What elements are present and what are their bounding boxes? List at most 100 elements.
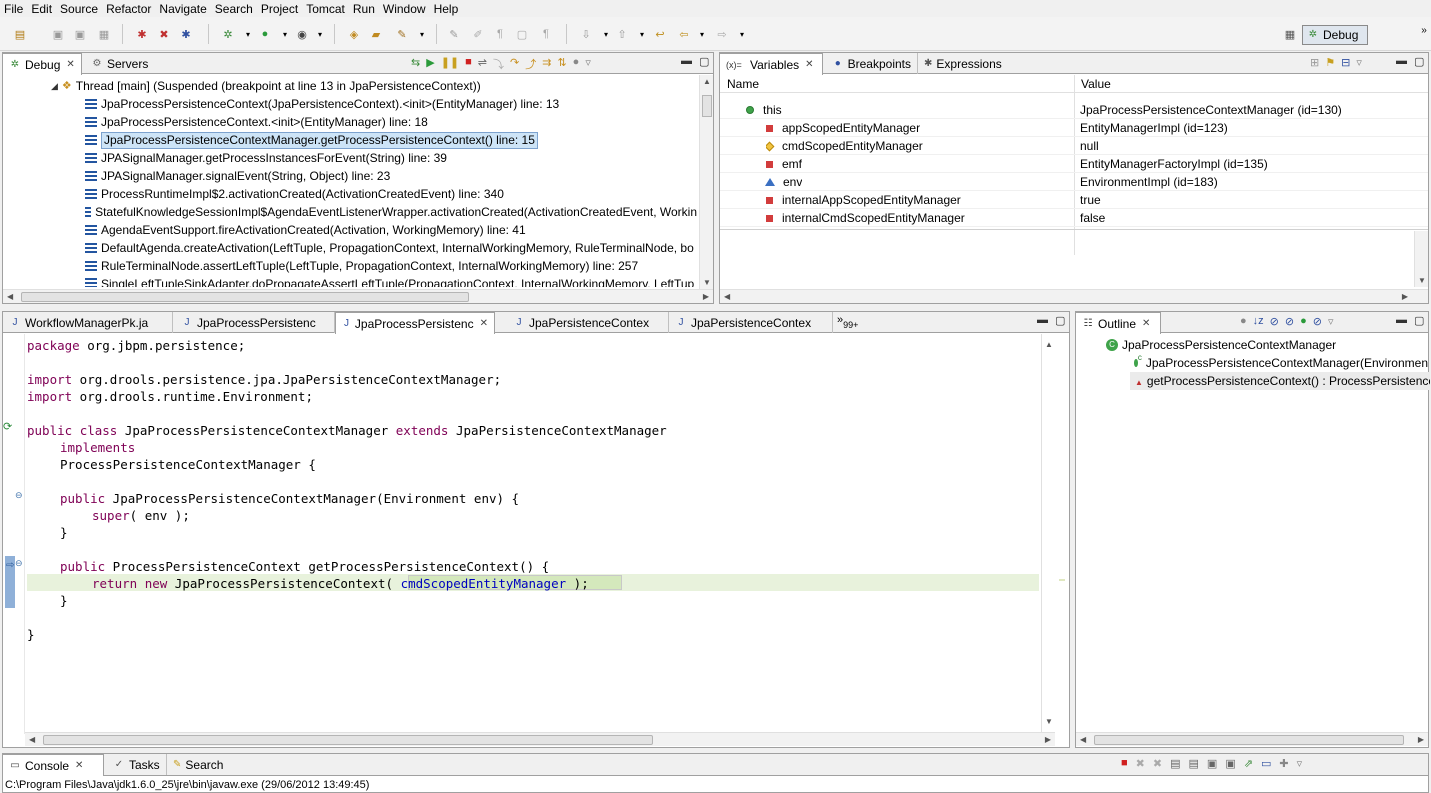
stack-frame[interactable]: JPASignalManager.signalEvent(String, Obj… — [85, 167, 390, 185]
line-7[interactable]: implements — [60, 439, 135, 456]
close-icon[interactable]: ✕ — [805, 59, 813, 70]
save-icon[interactable]: ▣ — [50, 26, 66, 42]
scroll-left-icon[interactable]: ◀ — [1080, 735, 1086, 744]
terminate-icon[interactable]: ■ — [465, 56, 472, 72]
scroll-right-icon[interactable]: ▶ — [1418, 735, 1424, 744]
line-14[interactable]: public ProcessPersistenceContext getProc… — [60, 558, 549, 575]
step-return-icon[interactable]: ⤴ — [525, 56, 536, 72]
override-marker-icon[interactable]: ⟳ — [3, 420, 12, 433]
show-stdout-icon[interactable]: ▣ — [1207, 757, 1217, 770]
scrollbar-thumb[interactable] — [1094, 735, 1404, 745]
display-console-icon[interactable]: ▭ — [1261, 757, 1271, 770]
variable-row[interactable]: internalAppScopedEntityManager true — [720, 191, 1428, 209]
breakpoint-view-icon[interactable]: ✱ — [178, 26, 194, 42]
drop-to-frame-icon[interactable]: ⇉ — [542, 56, 551, 72]
line-10[interactable]: public JpaProcessPersistenceContextManag… — [60, 490, 519, 507]
variable-row[interactable]: emf EntityManagerFactoryImpl (id=135) — [720, 155, 1428, 173]
new-icon[interactable]: ▤ — [12, 26, 28, 42]
line-12[interactable]: } — [60, 524, 68, 541]
tab-search[interactable]: ✎ Search — [167, 754, 229, 775]
show-whitespace-icon[interactable]: ¶ — [492, 26, 508, 42]
editor-tab[interactable]: J JpaProcessPersistenc — [175, 312, 335, 333]
prev-annotation-icon[interactable]: ⇧ — [614, 26, 630, 42]
view-menu-icon[interactable]: ● — [573, 56, 580, 72]
perspective-overflow-icon[interactable]: » — [1416, 22, 1431, 38]
line-18[interactable]: } — [27, 626, 35, 643]
save-all-icon[interactable]: ▣ — [72, 26, 88, 42]
terminate-icon[interactable]: ■ — [1121, 757, 1128, 770]
last-edit-icon[interactable]: ↩ — [652, 26, 668, 42]
close-icon[interactable]: ✕ — [1142, 318, 1150, 329]
open-folder-icon[interactable]: ▰ — [368, 26, 384, 42]
editor-tab[interactable]: J JpaPersistenceContex — [507, 312, 669, 333]
column-name-header[interactable]: Name — [727, 75, 759, 93]
variable-row[interactable]: this JpaProcessPersistenceContextManager… — [720, 101, 1428, 119]
external-tools-icon[interactable]: ◉ — [294, 26, 310, 42]
line-3[interactable]: import org.drools.persistence.jpa.JpaPer… — [27, 371, 501, 388]
chevron-down-icon[interactable]: ▾ — [312, 26, 328, 42]
debug-horizontal-scrollbar[interactable]: ◀ ▶ — [3, 289, 713, 303]
disconnect-icon[interactable]: ⇌ — [478, 56, 487, 72]
search-tool-icon[interactable]: ✎ — [394, 26, 410, 42]
step-filters-icon[interactable]: ⇆ — [411, 56, 420, 72]
suspend-icon[interactable]: ❚❚ — [441, 56, 459, 72]
stack-frame[interactable]: DefaultAgenda.createActivation(LeftTuple… — [85, 239, 697, 257]
menu-navigate[interactable]: Navigate — [155, 1, 210, 17]
menu-tomcat[interactable]: Tomcat — [302, 1, 349, 17]
variable-row[interactable]: env EnvironmentImpl (id=183) — [720, 173, 1428, 191]
editor-tab[interactable]: J JpaPersistenceContex — [669, 312, 833, 333]
debug-perspective-button[interactable]: ✲ Debug — [1302, 25, 1368, 45]
chevron-down-icon[interactable]: ▾ — [240, 26, 256, 42]
scroll-right-icon[interactable]: ▶ — [1402, 292, 1408, 301]
chevron-down-icon[interactable]: ▾ — [277, 26, 293, 42]
remove-all-icon[interactable]: ✖ — [1153, 757, 1162, 770]
line-8[interactable]: ProcessPersistenceContextManager { — [60, 456, 316, 473]
chevron-down-icon[interactable]: ▾ — [634, 26, 650, 42]
outline-method-node-selected[interactable]: ▲ getProcessPersistenceContext() : Proce… — [1130, 372, 1430, 390]
menu-source[interactable]: Source — [56, 1, 102, 17]
outline-class-node[interactable]: C JpaProcessPersistenceContextManager — [1106, 336, 1336, 354]
hide-fields-icon[interactable]: ⊘ — [1270, 315, 1279, 328]
close-icon[interactable]: ✕ — [75, 760, 83, 771]
scrollbar-thumb[interactable] — [21, 292, 469, 302]
stack-frame-selected[interactable]: JpaProcessPersistenceContextManager.getP… — [85, 131, 538, 149]
line-11[interactable]: super( env ); — [92, 507, 190, 524]
editor-overflow-tabs[interactable]: » 99+ — [837, 314, 858, 330]
menu-run[interactable]: Run — [349, 1, 379, 17]
chevron-down-icon[interactable]: ▿ — [1356, 56, 1362, 69]
hide-local-types-icon[interactable]: ⊘ — [1313, 315, 1322, 328]
minimize-icon[interactable]: ▬ — [1396, 55, 1407, 68]
stack-frame[interactable]: StatefulKnowledgeSessionImpl$AgendaEvent… — [85, 203, 697, 221]
stack-frame[interactable]: RuleTerminalNode.assertLeftTuple(LeftTup… — [85, 257, 638, 275]
resume-icon[interactable]: ▶ — [426, 56, 434, 72]
remove-breakpoints-icon[interactable]: ✖ — [156, 26, 172, 42]
fold-collapse-icon[interactable]: ⊖ — [15, 558, 23, 569]
hide-static-icon[interactable]: ⊘ — [1285, 315, 1294, 328]
menu-help[interactable]: Help — [430, 1, 463, 17]
tab-debug[interactable]: ✲ Debug ✕ — [2, 53, 82, 75]
variable-row[interactable]: internalCmdScopedEntityManager false — [720, 209, 1428, 227]
collapse-all-icon[interactable]: ⊟ — [1341, 56, 1350, 69]
expand-triangle-icon[interactable]: ◢ — [51, 77, 58, 95]
use-step-filters-icon[interactable]: ⇅ — [557, 56, 566, 72]
menu-search[interactable]: Search — [211, 1, 257, 17]
close-icon[interactable]: ✕ — [480, 318, 488, 329]
minimize-icon[interactable]: ▬ — [681, 55, 692, 68]
details-vertical-scrollbar[interactable]: ▼ — [1414, 231, 1428, 287]
chevron-down-icon[interactable]: ▾ — [598, 26, 614, 42]
tab-outline[interactable]: ☷ Outline ✕ — [1075, 312, 1161, 334]
scrollbar-thumb[interactable] — [702, 95, 712, 117]
chevron-down-icon[interactable]: ▾ — [734, 26, 750, 42]
maximize-icon[interactable]: ▢ — [699, 55, 709, 68]
block-select-icon[interactable]: ▢ — [514, 26, 530, 42]
editor-vertical-scrollbar[interactable]: ▲ ▼ — [1041, 334, 1055, 732]
menu-window[interactable]: Window — [379, 1, 430, 17]
thread-node[interactable]: ◢ ❖ Thread [main] (Suspended (breakpoint… — [51, 77, 481, 95]
fold-collapse-icon[interactable]: ⊖ — [15, 490, 23, 501]
chevron-down-icon[interactable]: ▿ — [585, 56, 591, 72]
stack-frame[interactable]: JpaProcessPersistenceContext.<init>(Enti… — [85, 113, 428, 131]
debug-vertical-scrollbar[interactable]: ▲ ▼ — [699, 75, 713, 289]
scroll-right-icon[interactable]: ▶ — [1045, 735, 1051, 744]
show-logical-icon[interactable]: ⚑ — [1325, 56, 1335, 69]
skip-breakpoints-icon[interactable]: ✱ — [134, 26, 150, 42]
